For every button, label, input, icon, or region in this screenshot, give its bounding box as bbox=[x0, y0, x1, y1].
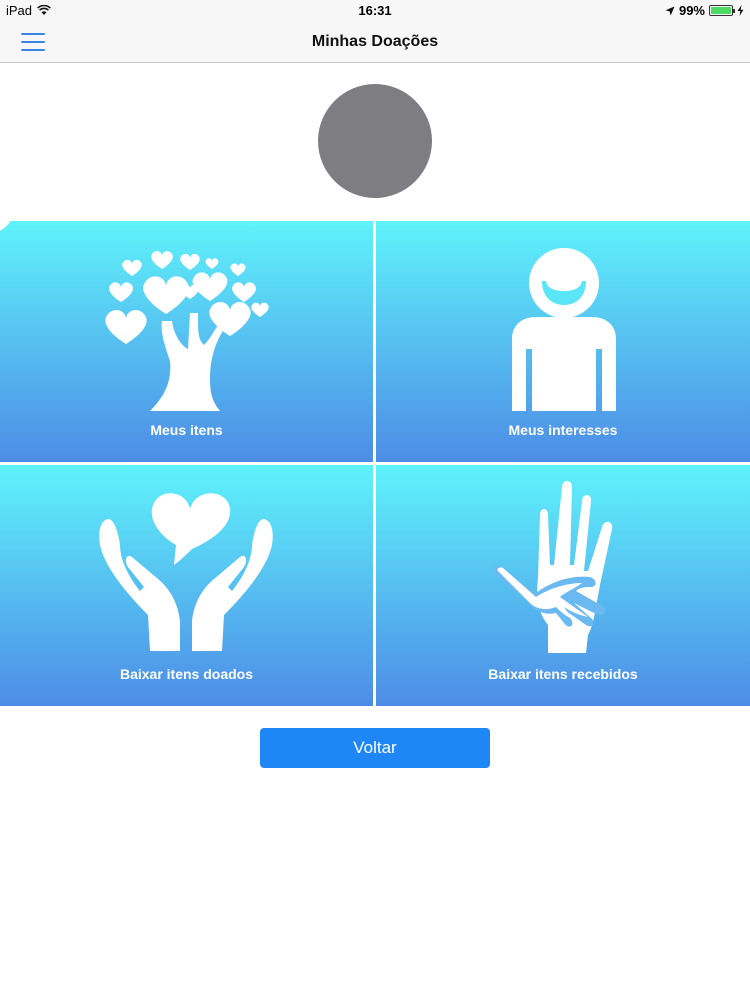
baixar-itens-recebidos-label: Baixar itens recebidos bbox=[488, 666, 638, 682]
battery-icon bbox=[709, 5, 735, 16]
voltar-button[interactable]: Voltar bbox=[260, 728, 490, 768]
status-time: 16:31 bbox=[358, 3, 392, 18]
baixar-itens-recebidos-tile[interactable]: Baixar itens recebidos bbox=[376, 465, 750, 706]
meus-interesses-label: Meus interesses bbox=[508, 422, 618, 438]
baixar-itens-doados-tile[interactable]: Baixar itens doados bbox=[0, 465, 373, 706]
page-title: Minhas Doações bbox=[311, 33, 439, 50]
status-right: 99% bbox=[665, 3, 744, 18]
status-bar: iPad 16:31 99% bbox=[0, 0, 750, 22]
charging-icon bbox=[737, 5, 744, 16]
meus-itens-label: Meus itens bbox=[150, 422, 223, 438]
avatar[interactable] bbox=[318, 84, 432, 198]
meus-itens-tile[interactable]: Meus itens bbox=[0, 221, 373, 462]
baixar-itens-doados-label: Baixar itens doados bbox=[119, 666, 254, 682]
location-arrow-icon bbox=[665, 6, 675, 15]
battery-percent: 99% bbox=[678, 3, 705, 18]
meus-interesses-tile[interactable]: Meus interesses bbox=[376, 221, 750, 462]
navigation-bar: Minhas Doações bbox=[0, 22, 750, 63]
